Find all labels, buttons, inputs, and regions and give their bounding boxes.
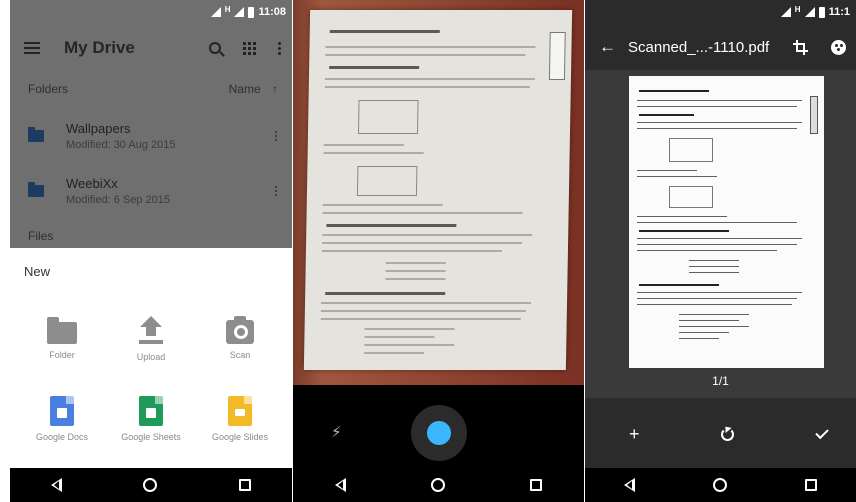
folder-icon (47, 317, 77, 344)
sheets-icon (139, 396, 163, 426)
action-label: Google Slides (211, 432, 269, 442)
page-tab (810, 96, 818, 134)
slides-icon (228, 396, 252, 426)
signal-icon (780, 7, 791, 17)
sheet-title: New (24, 264, 51, 279)
document-photo (303, 10, 573, 370)
status-bar: H 11:08 (10, 0, 292, 24)
google-docs-button[interactable]: Google Docs (22, 396, 102, 442)
camera-screen: ⚡ (293, 0, 584, 502)
arrow-up-icon: ↑ (272, 82, 278, 96)
status-time: 11:1 (828, 6, 850, 18)
palette-icon[interactable] (831, 39, 846, 55)
shutter-button[interactable] (411, 405, 467, 461)
page-tab (548, 32, 566, 80)
camera-viewfinder (293, 0, 584, 385)
grid-view-icon[interactable] (243, 41, 256, 55)
folder-item-wallpapers[interactable]: Wallpapers Modified: 30 Aug 2015 (10, 110, 292, 162)
upload-button[interactable]: Upload (111, 316, 191, 362)
back-arrow-icon[interactable]: ← (599, 37, 616, 57)
folder-modified: Modified: 6 Sep 2015 (66, 194, 170, 206)
more-vert-icon[interactable] (278, 41, 282, 55)
signal-icon (234, 7, 245, 17)
docs-icon (50, 396, 74, 426)
recents-icon[interactable] (805, 479, 817, 491)
signal-icon (210, 7, 221, 17)
status-bar: H 11:1 (585, 0, 856, 24)
folder-modified: Modified: 30 Aug 2015 (66, 139, 176, 151)
more-vert-icon[interactable] (275, 186, 278, 196)
signal-icon (804, 7, 815, 17)
add-page-icon[interactable]: + (629, 424, 640, 445)
action-label: Google Sheets (121, 432, 181, 442)
folders-label: Folders (28, 82, 69, 96)
action-label: Folder (49, 350, 75, 360)
google-slides-button[interactable]: Google Slides (200, 396, 280, 442)
battery-icon (248, 6, 255, 18)
flash-off-icon[interactable]: ⚡ (331, 423, 342, 441)
network-type: H (794, 4, 801, 14)
action-label: Scan (229, 350, 251, 360)
nav-bar (10, 468, 292, 502)
folder-item-weebixx[interactable]: WeebiXx Modified: 6 Sep 2015 (10, 165, 292, 217)
new-bottom-sheet: New Folder Upload Scan Google Docs Googl… (10, 248, 292, 468)
nav-bar (293, 468, 584, 502)
sort-button[interactable]: Name ↑ (229, 82, 278, 96)
folders-header: Folders Name ↑ (10, 72, 292, 106)
action-label: Upload (136, 352, 166, 362)
back-icon[interactable] (50, 478, 62, 492)
camera-icon (226, 316, 254, 344)
battery-icon (818, 6, 825, 18)
upload-icon (137, 316, 165, 346)
folder-name: WeebiXx (66, 176, 118, 191)
recents-icon[interactable] (529, 479, 542, 491)
scan-actions: + (585, 410, 856, 458)
new-folder-button[interactable]: Folder (22, 316, 102, 360)
scan-button[interactable]: Scan (200, 316, 280, 360)
status-time: 11:08 (258, 6, 286, 18)
network-type: H (224, 4, 231, 14)
rotate-icon[interactable] (721, 427, 735, 441)
home-icon[interactable] (430, 478, 445, 492)
files-label: Files (28, 229, 54, 243)
home-icon[interactable] (713, 478, 727, 492)
nav-bar (585, 468, 856, 502)
drive-screen: H 11:08 My Drive Folders Name ↑ Wallpape… (10, 0, 292, 502)
drive-app-bar: My Drive (10, 24, 292, 72)
document-title[interactable]: Scanned_...-1110.pdf (628, 39, 793, 56)
crop-icon[interactable] (793, 40, 808, 55)
back-icon[interactable] (335, 478, 347, 492)
home-icon[interactable] (143, 478, 158, 492)
recents-icon[interactable] (239, 479, 252, 491)
check-icon[interactable] (815, 425, 829, 439)
page-title: My Drive (64, 38, 135, 57)
files-header: Files (10, 224, 292, 248)
scan-app-bar: ← Scanned_...-1110.pdf (585, 24, 856, 70)
scanned-page[interactable] (629, 76, 824, 368)
action-label: Google Docs (35, 432, 89, 442)
scan-preview: 1/1 (585, 70, 856, 398)
camera-controls: ⚡ (293, 385, 584, 468)
search-icon[interactable] (209, 42, 221, 54)
menu-icon[interactable] (24, 42, 40, 54)
page-count: 1/1 (712, 374, 729, 388)
google-sheets-button[interactable]: Google Sheets (111, 396, 191, 442)
back-icon[interactable] (624, 478, 635, 492)
folder-icon (28, 182, 44, 197)
sort-label: Name (228, 82, 261, 96)
folder-icon (28, 127, 44, 142)
scan-preview-screen: H 11:1 ← Scanned_...-1110.pdf 1/1 + (585, 0, 856, 502)
more-vert-icon[interactable] (275, 131, 278, 141)
folder-name: Wallpapers (66, 121, 131, 136)
